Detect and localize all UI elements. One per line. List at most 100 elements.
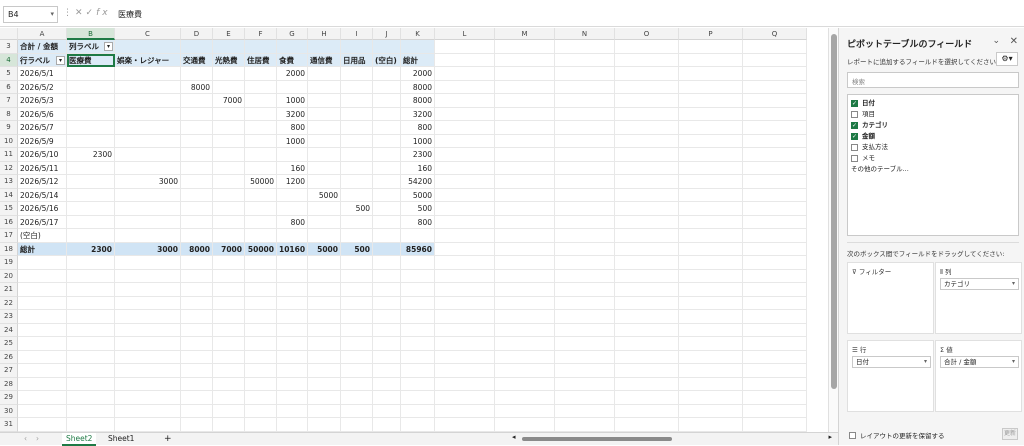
pivot-value-cell[interactable] <box>308 107 341 121</box>
pivot-value-cell[interactable] <box>373 161 401 175</box>
row-header-8[interactable]: 8 <box>0 107 18 121</box>
pivot-value-cell[interactable] <box>373 121 401 135</box>
grid-cell[interactable] <box>373 40 401 54</box>
grid-cell[interactable] <box>495 107 555 121</box>
update-button[interactable]: 更新 <box>1002 428 1018 440</box>
grid-cell[interactable] <box>401 269 435 283</box>
grid-cell[interactable] <box>213 40 245 54</box>
pivot-value-cell[interactable]: 54200 <box>401 175 435 189</box>
grid-cell[interactable] <box>373 323 401 337</box>
scroll-right-icon[interactable]: ▸ <box>828 433 832 441</box>
values-area[interactable]: Σ 値 合計 / 金額 ▾ <box>935 340 1022 412</box>
pivot-value-cell[interactable] <box>181 94 213 108</box>
pivot-value-cell[interactable]: 50000 <box>245 175 277 189</box>
grid-cell[interactable] <box>213 391 245 405</box>
grid-cell[interactable] <box>555 40 615 54</box>
grid-cell[interactable] <box>555 391 615 405</box>
grid-cell[interactable] <box>555 418 615 432</box>
row-header-25[interactable]: 25 <box>0 337 18 351</box>
pivot-value-cell[interactable] <box>213 202 245 216</box>
pivot-value-cell[interactable]: 800 <box>401 215 435 229</box>
function-icon[interactable]: fx <box>96 8 111 18</box>
grid-cell[interactable] <box>308 269 341 283</box>
grid-cell[interactable] <box>615 391 679 405</box>
pivot-header-cell[interactable]: (空白) <box>373 53 401 67</box>
grid-cell[interactable] <box>18 256 67 270</box>
pivot-value-cell[interactable] <box>245 215 277 229</box>
column-header-f[interactable]: F <box>245 28 277 40</box>
grid-cell[interactable] <box>679 323 743 337</box>
pivot-total-cell[interactable]: 3000 <box>115 242 181 256</box>
pivot-value-cell[interactable] <box>213 121 245 135</box>
grid-cell[interactable] <box>115 418 181 432</box>
grid-cell[interactable] <box>743 175 807 189</box>
column-header-n[interactable]: N <box>555 28 615 40</box>
cancel-icon[interactable]: ✕ <box>75 8 86 18</box>
prev-sheet-icon[interactable]: ‹ <box>20 433 31 446</box>
grid-cell[interactable] <box>615 40 679 54</box>
grid-cell[interactable] <box>495 148 555 162</box>
column-header-e[interactable]: E <box>213 28 245 40</box>
grid-cell[interactable] <box>743 121 807 135</box>
pivot-value-cell[interactable] <box>115 121 181 135</box>
grid-cell[interactable] <box>18 350 67 364</box>
pivot-value-cell[interactable]: 800 <box>277 121 308 135</box>
pivot-value-cell[interactable]: 800 <box>277 215 308 229</box>
pivot-value-cell[interactable] <box>341 148 373 162</box>
grid-cell[interactable] <box>679 148 743 162</box>
pivot-row-label-cell[interactable]: 2026/5/7 <box>18 121 67 135</box>
row-header-31[interactable]: 31 <box>0 418 18 432</box>
grid-cell[interactable] <box>18 391 67 405</box>
grid-cell[interactable] <box>213 377 245 391</box>
pivot-value-cell[interactable] <box>115 229 181 243</box>
grid-cell[interactable] <box>245 350 277 364</box>
row-header-17[interactable]: 17 <box>0 229 18 243</box>
grid-cell[interactable] <box>373 310 401 324</box>
grid-cell[interactable] <box>495 80 555 94</box>
grid-cell[interactable] <box>277 377 308 391</box>
grid-cell[interactable] <box>495 364 555 378</box>
grid-cell[interactable] <box>435 188 495 202</box>
chevron-down-icon[interactable]: ▾ <box>1012 279 1015 289</box>
grid-cell[interactable] <box>743 418 807 432</box>
grid-cell[interactable] <box>401 283 435 297</box>
pivot-value-cell[interactable] <box>115 202 181 216</box>
pivot-value-cell[interactable]: 5000 <box>401 188 435 202</box>
grid-cell[interactable] <box>679 215 743 229</box>
grid-cell[interactable] <box>181 269 213 283</box>
pivot-value-cell[interactable] <box>373 229 401 243</box>
grid-cell[interactable] <box>679 94 743 108</box>
pivot-row-label-cell[interactable]: 2026/5/2 <box>18 80 67 94</box>
grid-cell[interactable] <box>213 296 245 310</box>
pivot-value-cell[interactable] <box>245 121 277 135</box>
chevron-down-icon[interactable]: ▾ <box>924 357 927 367</box>
horizontal-scrollbar[interactable]: ◂ ▸ <box>512 433 832 443</box>
field-item[interactable]: ✓ 日付 <box>851 98 1015 109</box>
grid-cell[interactable] <box>743 256 807 270</box>
grid-cell[interactable] <box>615 296 679 310</box>
grid-cell[interactable] <box>435 94 495 108</box>
pivot-value-cell[interactable] <box>181 215 213 229</box>
pivot-row-label-cell[interactable]: (空白) <box>18 229 67 243</box>
pivot-value-cell[interactable] <box>373 67 401 81</box>
add-sheet-button[interactable]: + <box>160 433 176 446</box>
grid-cell[interactable] <box>615 94 679 108</box>
grid-cell[interactable] <box>115 391 181 405</box>
grid-cell[interactable] <box>615 161 679 175</box>
grid-cell[interactable] <box>615 67 679 81</box>
grid-cell[interactable] <box>67 256 115 270</box>
pivot-value-cell[interactable] <box>373 107 401 121</box>
grid-cell[interactable] <box>277 256 308 270</box>
grid-cell[interactable] <box>495 215 555 229</box>
grid-cell[interactable] <box>213 269 245 283</box>
row-header-9[interactable]: 9 <box>0 121 18 135</box>
grid-cell[interactable] <box>115 350 181 364</box>
field-checkbox[interactable] <box>851 144 858 151</box>
grid-cell[interactable] <box>615 148 679 162</box>
grid-cell[interactable] <box>679 350 743 364</box>
grid-cell[interactable] <box>615 242 679 256</box>
pivot-value-cell[interactable] <box>245 229 277 243</box>
grid-cell[interactable] <box>18 323 67 337</box>
grid-cell[interactable] <box>679 53 743 67</box>
grid-cell[interactable] <box>18 377 67 391</box>
